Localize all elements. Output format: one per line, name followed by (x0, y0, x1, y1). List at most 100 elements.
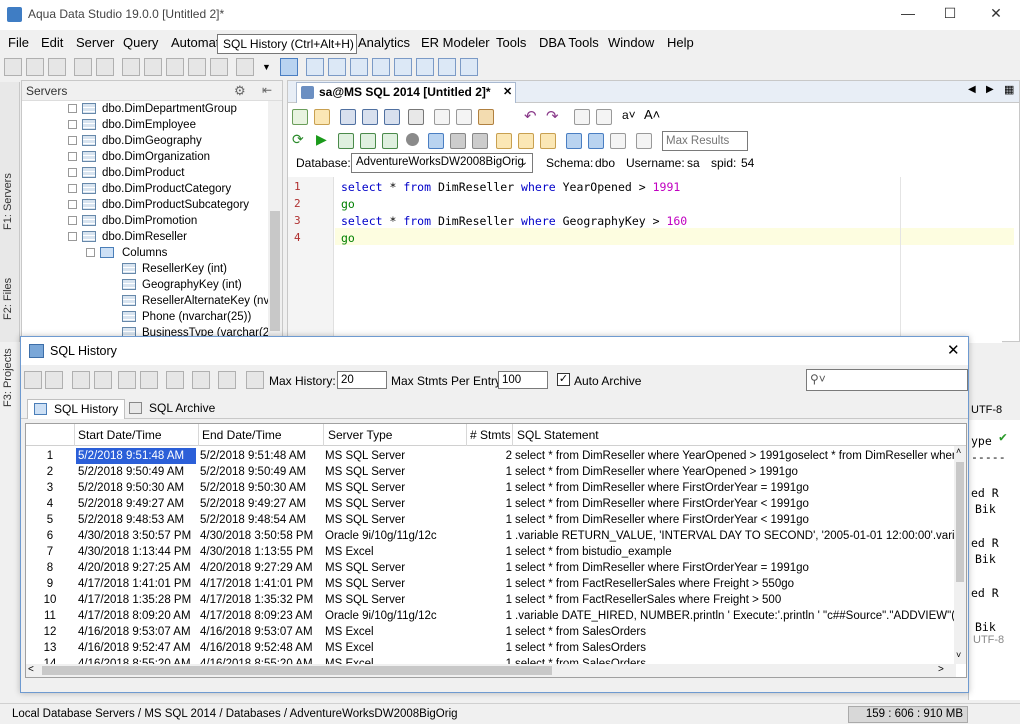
uncomment-icon[interactable] (540, 133, 556, 149)
execute-edit-icon[interactable] (382, 133, 398, 149)
execute-all-icon[interactable]: ⟳ (292, 131, 304, 148)
table-row[interactable]: 9 4/17/2018 1:41:01 PM 4/17/2018 1:41:01 P… (26, 576, 956, 592)
tree-scrollbar[interactable] (268, 101, 282, 341)
minimize-button[interactable]: — (898, 5, 918, 23)
save-icon[interactable] (340, 109, 356, 125)
find-replace-text-icon[interactable] (596, 109, 612, 125)
table-row[interactable]: 6 4/30/2018 3:50:57 PM 4/30/2018 3:50:58 P… (26, 528, 956, 544)
menu-help[interactable]: Help (667, 35, 694, 50)
column-header[interactable]: SQL Statement (517, 428, 599, 442)
open-icon[interactable] (314, 109, 330, 125)
auto-archive-checkbox[interactable]: ✓ (557, 373, 570, 386)
scroll-up-icon[interactable]: ˄ (956, 446, 961, 456)
menu-edit[interactable]: Edit (41, 35, 63, 50)
grid-view-4-icon[interactable] (372, 58, 390, 76)
font-increase-icon[interactable]: A˄ (644, 107, 660, 122)
editor-tab[interactable]: sa@MS SQL 2014 [Untitled 2]* ✕ (296, 82, 516, 103)
sql-code-area[interactable]: 1 2 3 4 select * from DimReseller where … (288, 177, 1014, 343)
schema-compare-icon[interactable] (188, 58, 206, 76)
table-row[interactable]: 5 5/2/2018 9:48:53 AM 5/2/2018 9:48:54 AM M… (26, 512, 956, 528)
tab-prev-icon[interactable]: ◀ (968, 84, 976, 95)
new-server-icon[interactable] (4, 58, 22, 76)
find-text-icon[interactable] (574, 109, 590, 125)
column-header[interactable]: End Date/Time (202, 428, 282, 442)
edit-entry-icon[interactable] (72, 371, 90, 389)
menu-query[interactable]: Query (123, 35, 158, 50)
find-replace-icon[interactable] (144, 58, 162, 76)
grid-view-5-icon[interactable] (394, 58, 412, 76)
tab-sql-archive[interactable]: SQL Archive (123, 399, 221, 419)
print-entry-icon[interactable] (118, 371, 136, 389)
results-tree-icon[interactable] (610, 133, 626, 149)
scroll-thumb[interactable] (956, 462, 964, 582)
menu-analytics[interactable]: Analytics (358, 35, 410, 50)
font-decrease-icon[interactable]: a˅ (622, 108, 636, 122)
table-row[interactable]: 4 5/2/2018 9:49:27 AM 5/2/2018 9:49:27 AM M… (26, 496, 956, 512)
grid-icon[interactable] (192, 371, 210, 389)
menu-automate[interactable]: Automat (171, 35, 219, 50)
scroll-thumb[interactable] (42, 666, 552, 675)
export-icon[interactable] (210, 58, 228, 76)
menu-server[interactable]: Server (76, 35, 114, 50)
paste-icon[interactable] (478, 109, 494, 125)
menu-tools[interactable]: Tools (496, 35, 526, 50)
column-header[interactable]: Server Type (328, 428, 392, 442)
save-all-icon[interactable] (384, 109, 400, 125)
expand-icon[interactable] (68, 136, 77, 145)
redo-icon[interactable]: ↷ (546, 107, 559, 125)
chevron-down-icon[interactable]: ▼ (262, 62, 271, 72)
visual-editor-icon[interactable] (96, 58, 114, 76)
table-row[interactable]: 3 5/2/2018 9:50:30 AM 5/2/2018 9:50:30 AM M… (26, 480, 956, 496)
scroll-down-icon[interactable]: ˅ (956, 650, 961, 660)
expand-icon[interactable] (68, 216, 77, 225)
results-text-icon[interactable] (588, 133, 604, 149)
tab-sql-history[interactable]: SQL History (27, 399, 126, 419)
execution-options-icon[interactable] (636, 133, 652, 149)
gear-icon[interactable]: ⚙ (234, 83, 246, 99)
expand-icon[interactable] (68, 120, 77, 129)
commit-icon[interactable] (450, 133, 466, 149)
close-dialog-button[interactable]: ✕ (947, 341, 960, 359)
cut-icon[interactable] (434, 109, 450, 125)
menu-dba-tools[interactable]: DBA Tools (539, 35, 599, 50)
database-select[interactable]: AdventureWorksDW2008BigOrig ⌄ (351, 153, 533, 173)
grid-horizontal-scrollbar[interactable]: ˂ ˃ (26, 664, 956, 677)
document-icon[interactable] (236, 58, 254, 76)
scroll-left-icon[interactable]: ˂ (28, 664, 34, 675)
sql-history-icon[interactable] (280, 58, 298, 76)
save-as-icon[interactable] (362, 109, 378, 125)
tab-next-icon[interactable]: ▶ (986, 84, 994, 95)
search-input[interactable]: ⚲˅ (806, 369, 968, 391)
save-history-icon[interactable] (45, 371, 63, 389)
table-row[interactable]: 10 4/17/2018 1:35:28 PM 4/17/2018 1:35:32 … (26, 592, 956, 608)
expand-icon[interactable] (68, 184, 77, 193)
collapse-icon[interactable] (68, 232, 77, 241)
max-results-input[interactable] (662, 131, 748, 151)
grid-view-1-icon[interactable] (306, 58, 324, 76)
compare-icon[interactable] (166, 58, 184, 76)
scroll-right-icon[interactable]: ˃ (938, 664, 944, 675)
menu-window[interactable]: Window (608, 35, 654, 50)
undo-icon[interactable]: ↶ (524, 107, 537, 125)
execute-icon[interactable]: ▶ (316, 131, 327, 148)
max-history-input[interactable] (337, 371, 387, 389)
grid-vertical-scrollbar[interactable]: ˄ ˅ (954, 446, 966, 664)
tab-list-icon[interactable]: ▦ (1004, 83, 1014, 96)
expand-icon[interactable] (68, 200, 77, 209)
grid-view-3-icon[interactable] (350, 58, 368, 76)
execute-current-icon[interactable] (338, 133, 354, 149)
table-row[interactable]: 13 4/16/2018 9:52:47 AM 4/16/2018 9:52:48 … (26, 640, 956, 656)
menu-er-modeler[interactable]: ER Modeler (421, 35, 490, 50)
close-button[interactable]: ✕ (986, 5, 1006, 23)
execute-selection-icon[interactable] (360, 133, 376, 149)
tab-files[interactable]: F2: Files (2, 278, 14, 320)
results-grid-icon[interactable] (566, 133, 582, 149)
grid-view-6-icon[interactable] (416, 58, 434, 76)
new-query-icon[interactable] (292, 109, 308, 125)
pin-icon[interactable]: ⇤ (262, 83, 272, 97)
table-row[interactable]: 11 4/17/2018 8:09:20 AM 4/17/2018 8:09:23 … (26, 608, 956, 624)
query-analyzer-icon[interactable] (74, 58, 92, 76)
register-server-icon[interactable] (26, 58, 44, 76)
copy-entry-icon[interactable] (94, 371, 112, 389)
table-row[interactable]: 2 5/2/2018 9:50:49 AM 5/2/2018 9:50:49 AM M… (26, 464, 956, 480)
